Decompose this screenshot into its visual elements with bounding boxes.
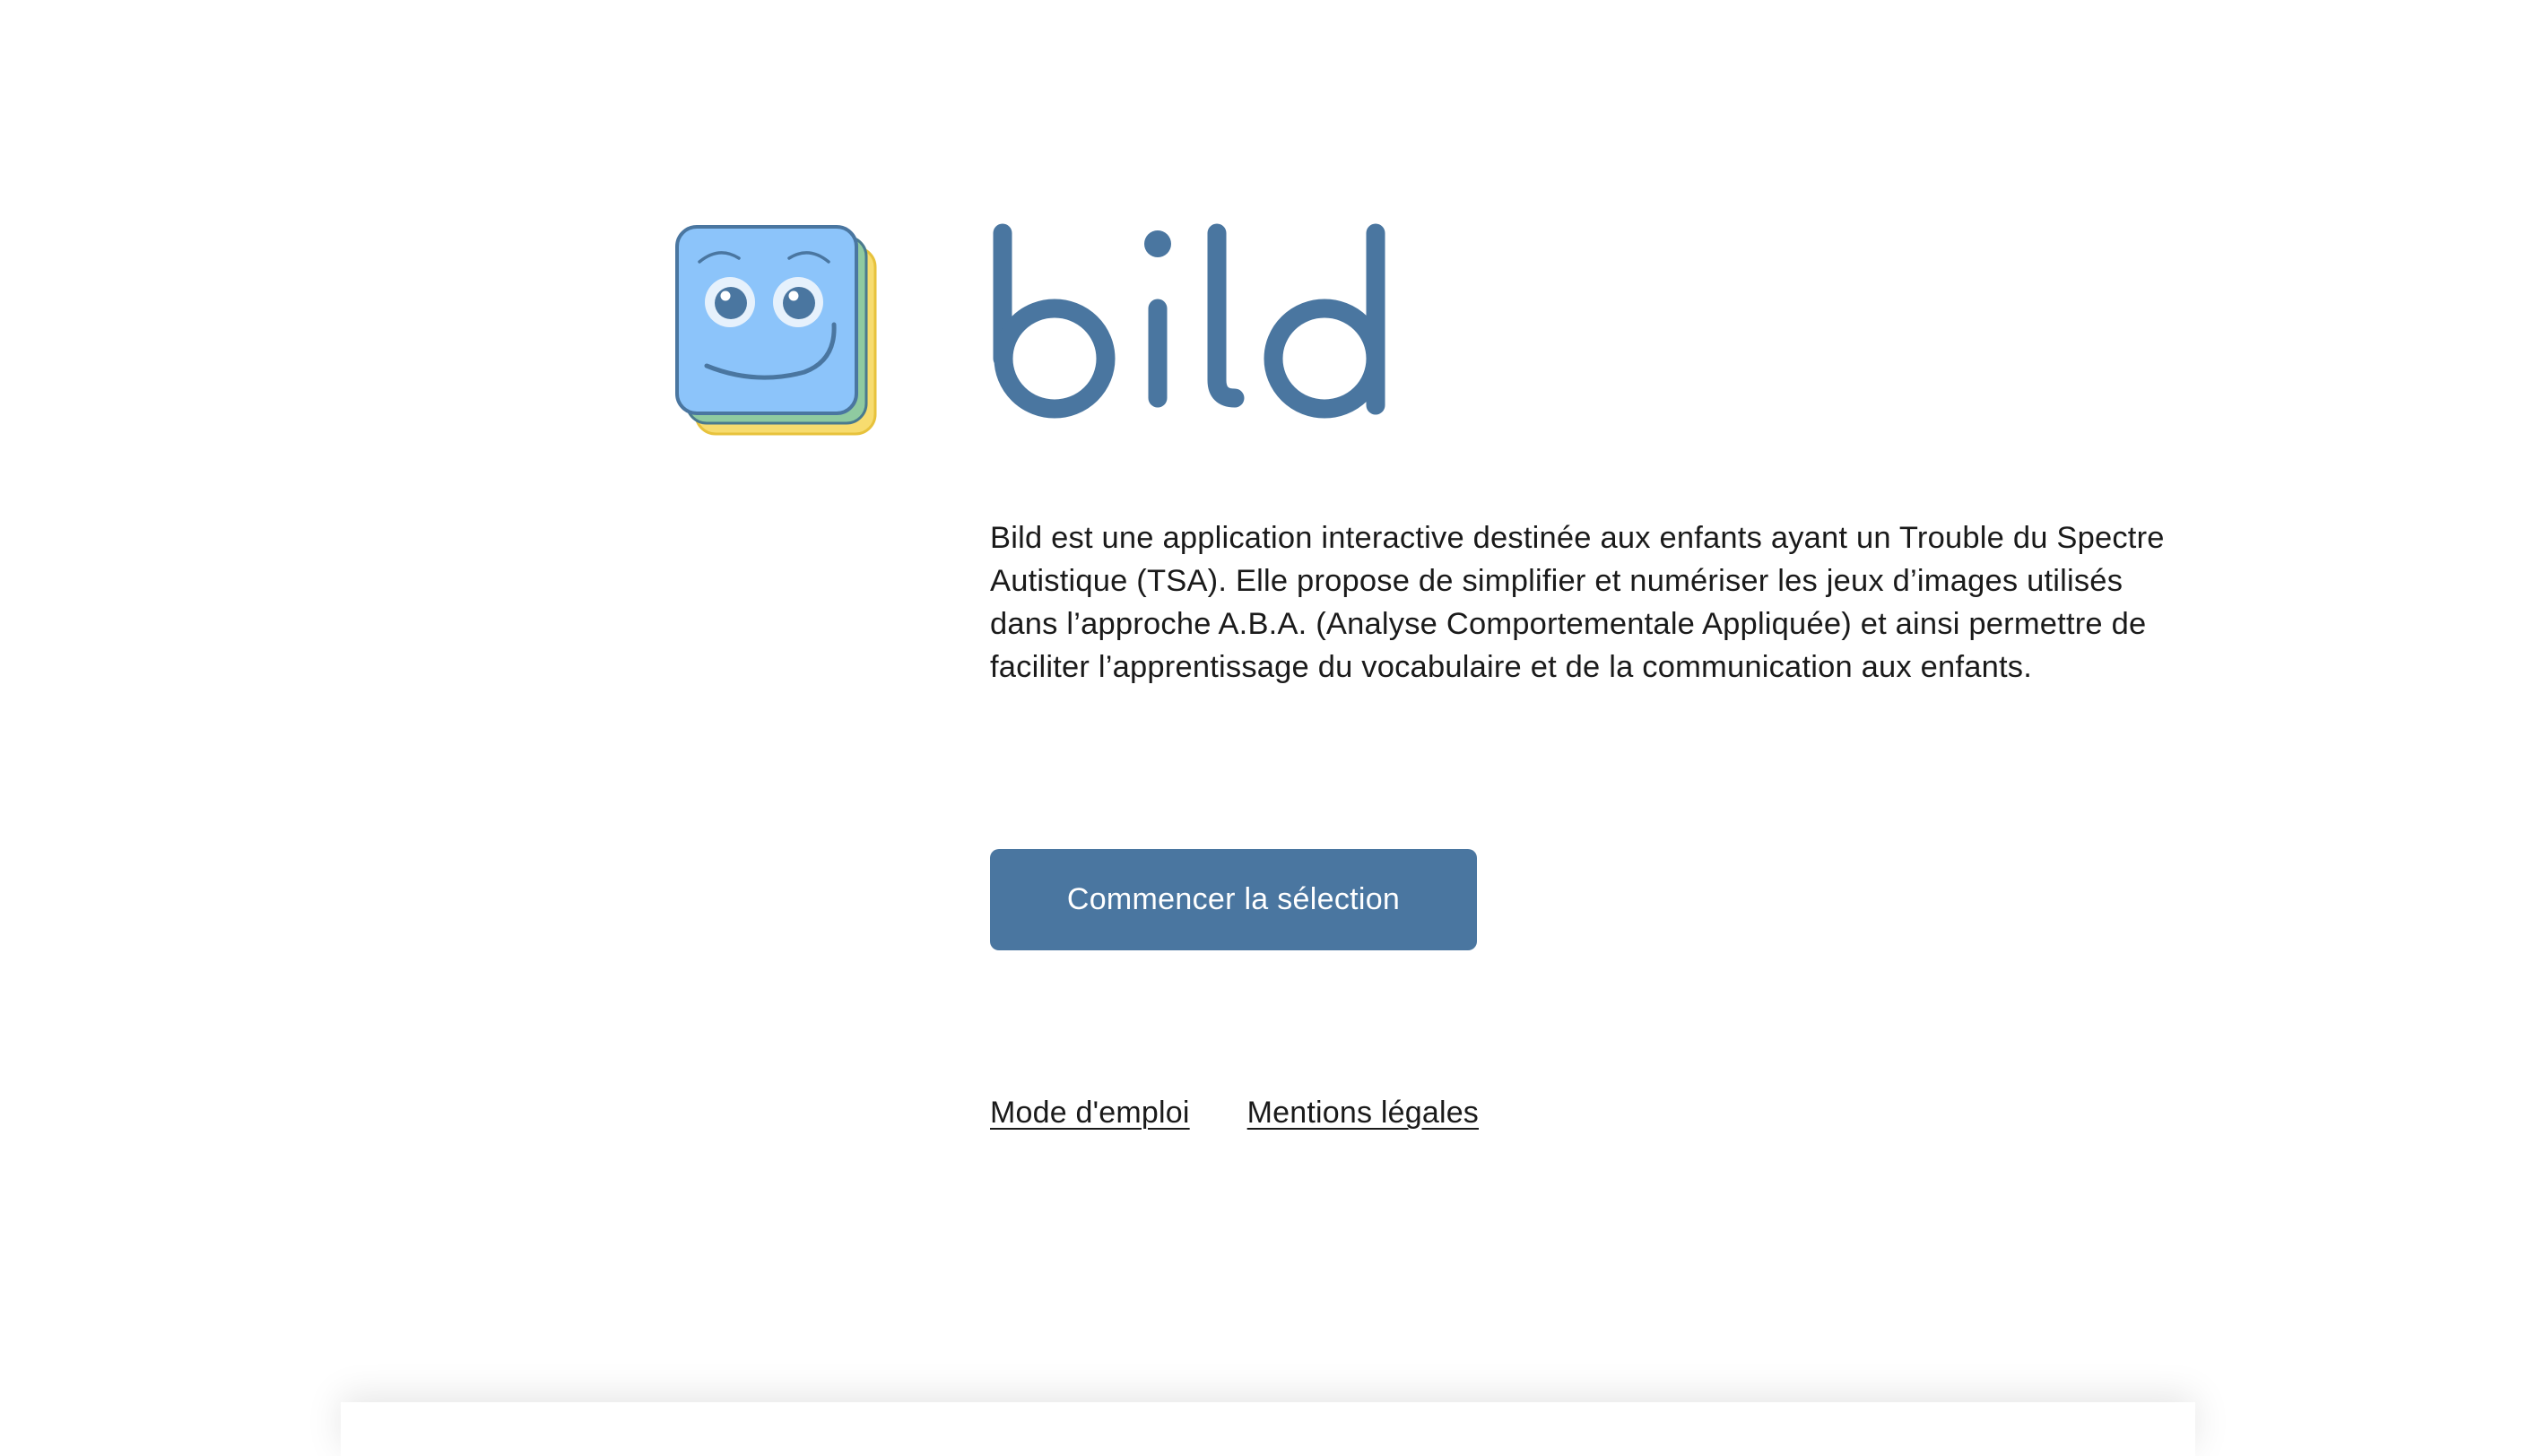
wordmark-glyphs <box>993 223 1385 419</box>
app-description: Bild est une application interactive des… <box>990 521 2165 684</box>
bottom-panel-shadow <box>341 1402 2195 1456</box>
legal-notice-link[interactable]: Mentions légales <box>1247 1096 1479 1131</box>
user-guide-link[interactable]: Mode d'emploi <box>990 1096 1190 1131</box>
app-wordmark: bild <box>990 199 1456 429</box>
start-selection-button[interactable]: Commencer la sélection <box>990 849 1477 950</box>
footer-links: Mode d'emploi Mentions légales <box>990 1096 1479 1131</box>
bild-logo-icon <box>674 224 882 439</box>
